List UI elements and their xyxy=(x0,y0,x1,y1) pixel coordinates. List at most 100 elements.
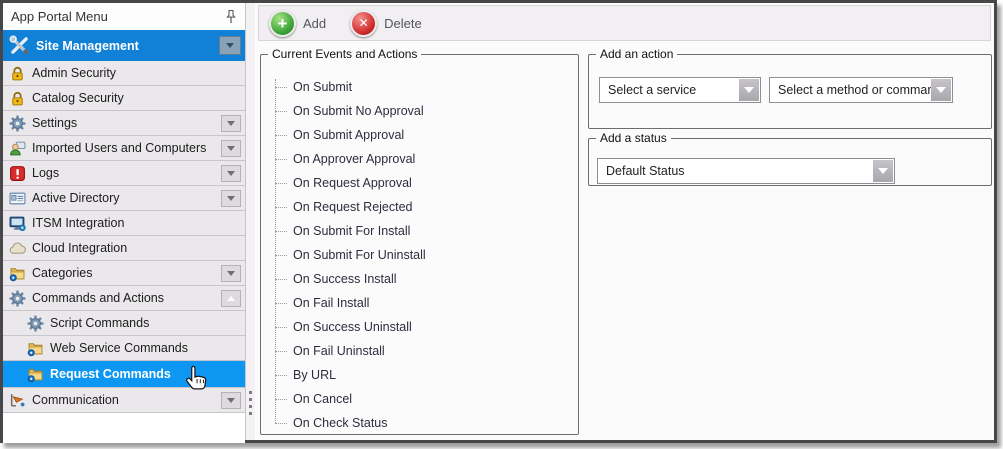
tree-connector xyxy=(275,207,287,208)
sidebar-item-logs[interactable]: Logs xyxy=(3,161,245,186)
sidebar-item-script-commands[interactable]: Script Commands xyxy=(3,311,245,336)
sidebar-item-request-commands[interactable]: Request Commands xyxy=(3,361,245,388)
tree-item-on-approver-approval[interactable]: On Approver Approval xyxy=(273,147,572,171)
chevron-down-icon xyxy=(227,171,235,176)
tree-connector xyxy=(275,183,287,184)
plus-circle-icon: + xyxy=(269,10,296,37)
tree-connector xyxy=(275,351,287,352)
folder-gear-icon xyxy=(9,265,26,282)
sidebar-item-active-directory[interactable]: Active Directory xyxy=(3,186,245,211)
tree-connector xyxy=(275,327,287,328)
tree-connector xyxy=(275,423,287,424)
sidebar-item-itsm-integration[interactable]: ITSM Integration xyxy=(3,211,245,236)
chevron-down-icon xyxy=(936,87,946,93)
chevron-down-icon xyxy=(878,168,888,174)
tree-connector xyxy=(275,255,287,256)
sidebar-item-web-service-commands[interactable]: Web Service Commands xyxy=(3,336,245,361)
tree-connector xyxy=(275,87,287,88)
add-action-legend: Add an action xyxy=(596,47,677,61)
lock-icon xyxy=(9,90,26,107)
monitor-gear-icon xyxy=(9,215,26,232)
folder-gear-icon xyxy=(27,366,44,383)
sidebar-item-catalog-security[interactable]: Catalog Security xyxy=(3,86,245,111)
sidebar-item-cloud-integration[interactable]: Cloud Integration xyxy=(3,236,245,261)
x-circle-icon: ✕ xyxy=(350,10,377,37)
sidebar-item-settings[interactable]: Settings xyxy=(3,111,245,136)
expand-arrow-button[interactable] xyxy=(221,392,241,409)
current-events-legend: Current Events and Actions xyxy=(268,47,421,61)
tree-item-on-submit-approval[interactable]: On Submit Approval xyxy=(273,123,572,147)
dropdown-arrow-button[interactable] xyxy=(739,79,759,101)
users-icon xyxy=(9,140,26,157)
dropdown-arrow-button[interactable] xyxy=(873,160,893,182)
events-tree: On Submit On Submit No Approval On Submi… xyxy=(273,75,572,435)
tree-item-on-fail-install[interactable]: On Fail Install xyxy=(273,291,572,315)
gear-icon xyxy=(9,290,26,307)
pin-icon[interactable] xyxy=(225,9,237,25)
status-dropdown[interactable]: Default Status xyxy=(597,158,895,184)
expand-arrow-button[interactable] xyxy=(221,165,241,182)
tree-item-on-submit-for-install[interactable]: On Submit For Install xyxy=(273,219,572,243)
sidebar-item-commands-and-actions[interactable]: Commands and Actions xyxy=(3,286,245,311)
tools-icon xyxy=(9,35,30,56)
tree-item-on-submit-no-approval[interactable]: On Submit No Approval xyxy=(273,99,572,123)
dropdown-arrow-button[interactable] xyxy=(931,79,951,101)
cloud-icon xyxy=(9,240,26,257)
tree-item-on-request-approval[interactable]: On Request Approval xyxy=(273,171,572,195)
chevron-down-icon xyxy=(226,43,234,48)
tree-item-by-url[interactable]: By URL xyxy=(273,363,572,387)
method-dropdown[interactable]: Select a method or command xyxy=(769,77,953,103)
add-button[interactable]: + Add xyxy=(269,10,340,37)
collapse-arrow-button[interactable] xyxy=(221,290,241,307)
tree-connector xyxy=(275,303,287,304)
toolbar: + Add ✕ Delete xyxy=(258,5,991,41)
tree-item-on-submit[interactable]: On Submit xyxy=(273,75,572,99)
expand-arrow-button[interactable] xyxy=(221,115,241,132)
sidebar-title-bar: App Portal Menu xyxy=(3,3,245,30)
sidebar-empty-area xyxy=(3,413,245,443)
sidebar-item-imported-users-and-computers[interactable]: Imported Users and Computers xyxy=(3,136,245,161)
communication-icon xyxy=(9,392,26,409)
gear-icon xyxy=(27,315,44,332)
add-status-groupbox: Add a status Default Status xyxy=(588,131,992,186)
tree-item-on-cancel[interactable]: On Cancel xyxy=(273,387,572,411)
chevron-down-icon xyxy=(744,87,754,93)
sidebar-title: App Portal Menu xyxy=(11,9,225,24)
app-window: App Portal Menu Site Management Admin Se… xyxy=(0,0,997,443)
gear-icon xyxy=(9,115,26,132)
tree-connector xyxy=(275,399,287,400)
logs-alert-icon xyxy=(9,165,26,182)
chevron-down-icon xyxy=(227,196,235,201)
tree-connector xyxy=(275,279,287,280)
navigation-sidebar: App Portal Menu Site Management Admin Se… xyxy=(3,3,246,440)
tree-item-on-request-rejected[interactable]: On Request Rejected xyxy=(273,195,572,219)
sidebar-item-categories[interactable]: Categories xyxy=(3,261,245,286)
sidebar-item-communication[interactable]: Communication xyxy=(3,388,245,413)
expand-arrow-button[interactable] xyxy=(221,190,241,207)
sidebar-item-site-management[interactable]: Site Management xyxy=(3,30,245,61)
tree-connector xyxy=(275,159,287,160)
sidebar-item-admin-security[interactable]: Admin Security xyxy=(3,61,245,86)
expand-arrow-button[interactable] xyxy=(221,140,241,157)
delete-button[interactable]: ✕ Delete xyxy=(350,10,436,37)
tree-item-on-success-uninstall[interactable]: On Success Uninstall xyxy=(273,315,572,339)
tree-item-on-fail-uninstall[interactable]: On Fail Uninstall xyxy=(273,339,572,363)
tree-connector xyxy=(275,135,287,136)
tree-item-on-check-status[interactable]: On Check Status xyxy=(273,411,572,435)
id-card-icon xyxy=(9,190,26,207)
collapse-arrow-button[interactable] xyxy=(219,36,241,55)
main-content: + Add ✕ Delete Current Events and Action… xyxy=(255,3,994,440)
add-status-legend: Add a status xyxy=(596,131,671,145)
chevron-down-icon xyxy=(227,146,235,151)
tree-item-on-submit-for-uninstall[interactable]: On Submit For Uninstall xyxy=(273,243,572,267)
splitter-grip-icon[interactable] xyxy=(249,387,252,419)
folder-gear-icon xyxy=(27,340,44,357)
tree-connector xyxy=(275,231,287,232)
service-dropdown[interactable]: Select a service xyxy=(599,77,761,103)
expand-arrow-button[interactable] xyxy=(221,265,241,282)
tree-item-on-success-install[interactable]: On Success Install xyxy=(273,267,572,291)
add-action-groupbox: Add an action Select a service Select a … xyxy=(588,47,992,129)
chevron-down-icon xyxy=(227,398,235,403)
lock-icon xyxy=(9,65,26,82)
tree-connector xyxy=(275,111,287,112)
